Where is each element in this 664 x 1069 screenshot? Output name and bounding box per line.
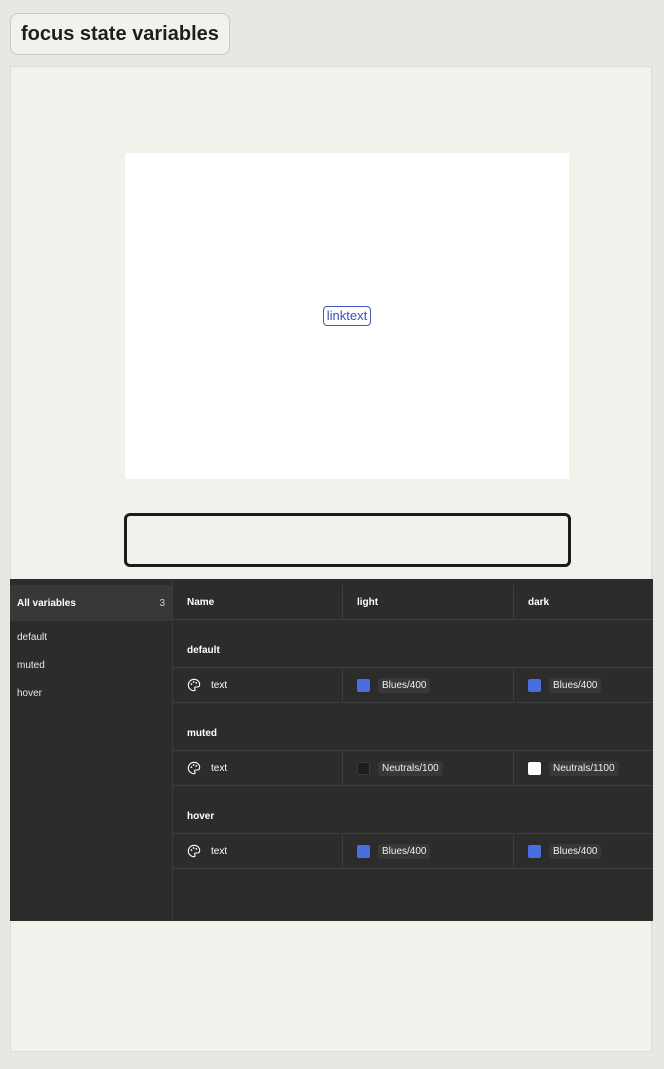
sidebar-item-all-variables[interactable]: All variables 3 bbox=[10, 585, 172, 621]
palette-icon bbox=[187, 761, 201, 775]
alias-pill: Neutrals/1100 bbox=[549, 760, 619, 776]
variable-light-value[interactable]: Blues/400 bbox=[343, 834, 514, 868]
color-swatch bbox=[528, 844, 541, 858]
group-header-hover: hover bbox=[173, 786, 653, 834]
variable-name: text bbox=[211, 845, 228, 857]
sidebar-item-label: All variables bbox=[17, 597, 76, 609]
table-header: Name light dark bbox=[173, 585, 653, 620]
color-swatch bbox=[357, 844, 370, 858]
column-header-dark[interactable]: dark bbox=[514, 585, 653, 619]
variable-dark-value[interactable]: Blues/400 bbox=[514, 668, 653, 702]
alias-pill: Blues/400 bbox=[549, 843, 602, 859]
table-row[interactable]: text Blues/400 Blues/400 bbox=[173, 834, 653, 869]
variable-name-cell[interactable]: text bbox=[173, 668, 343, 702]
variables-count: 3 bbox=[159, 597, 165, 609]
column-header-name[interactable]: Name bbox=[173, 585, 343, 619]
variable-name-cell[interactable]: text bbox=[173, 834, 343, 868]
preview-frame: linktext bbox=[125, 153, 569, 479]
variable-light-value[interactable]: Blues/400 bbox=[343, 668, 514, 702]
palette-icon bbox=[187, 844, 201, 858]
alias-pill: Blues/400 bbox=[549, 677, 602, 693]
alias-pill: Neutrals/100 bbox=[378, 760, 443, 776]
sidebar-item-hover[interactable]: hover bbox=[10, 679, 172, 707]
variables-sidebar: All variables 3 default muted hover bbox=[10, 579, 173, 921]
color-swatch bbox=[528, 761, 541, 775]
color-swatch bbox=[357, 678, 370, 692]
empty-frame[interactable] bbox=[124, 513, 571, 567]
color-swatch bbox=[528, 678, 541, 692]
group-header-default: default bbox=[173, 620, 653, 668]
table-row[interactable]: text Blues/400 Blues/400 bbox=[173, 668, 653, 703]
page-title: focus state variables bbox=[10, 13, 230, 55]
alias-pill: Blues/400 bbox=[378, 677, 431, 693]
variable-dark-value[interactable]: Neutrals/1100 bbox=[514, 751, 653, 785]
variable-name: text bbox=[211, 762, 228, 774]
table-row[interactable]: text Neutrals/100 Neutrals/1100 bbox=[173, 751, 653, 786]
column-header-light[interactable]: light bbox=[343, 585, 514, 619]
group-header-muted: muted bbox=[173, 703, 653, 751]
variable-name: text bbox=[211, 679, 228, 691]
variable-light-value[interactable]: Neutrals/100 bbox=[343, 751, 514, 785]
focused-link[interactable]: linktext bbox=[322, 306, 372, 326]
variable-name-cell[interactable]: text bbox=[173, 751, 343, 785]
palette-icon bbox=[187, 678, 201, 692]
alias-pill: Blues/400 bbox=[378, 843, 431, 859]
sidebar-item-muted[interactable]: muted bbox=[10, 651, 172, 679]
variables-panel: All variables 3 default muted hover Name… bbox=[10, 579, 653, 921]
variables-table: Name light dark default text Blues/400 B… bbox=[173, 585, 653, 869]
variable-dark-value[interactable]: Blues/400 bbox=[514, 834, 653, 868]
color-swatch bbox=[357, 761, 370, 775]
sidebar-item-default[interactable]: default bbox=[10, 623, 172, 651]
